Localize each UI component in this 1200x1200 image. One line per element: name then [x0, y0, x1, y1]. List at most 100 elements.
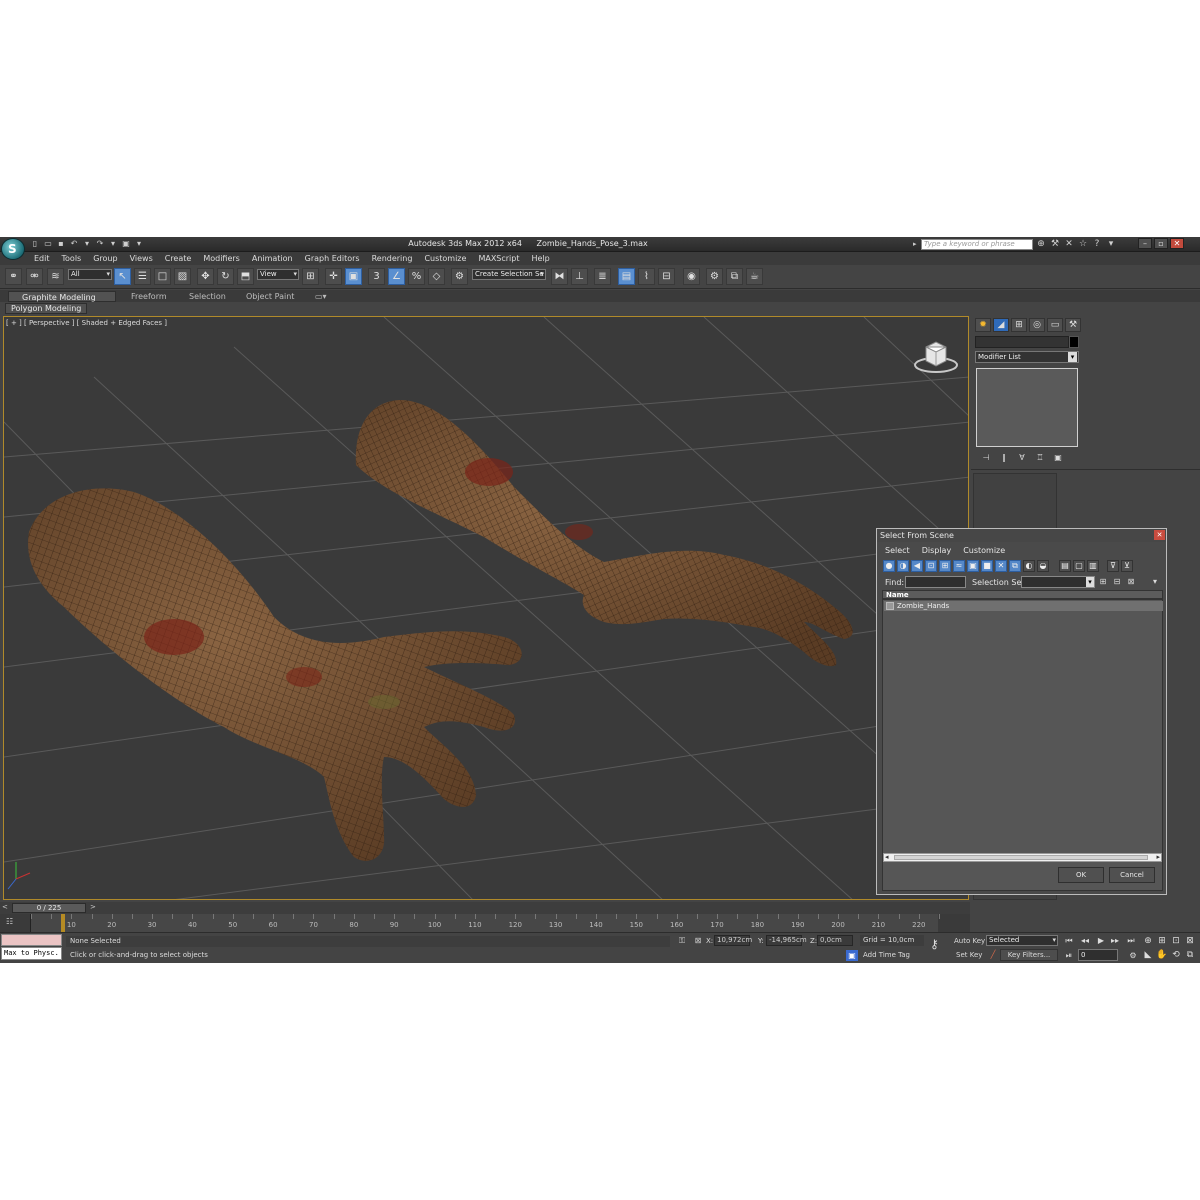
previous-frame-icon[interactable]: ◂◂	[1078, 935, 1092, 946]
display-hidden-icon[interactable]: ◒	[1037, 560, 1049, 572]
viewport-label[interactable]: [ + ] [ Perspective ] [ Shaded + Edged F…	[6, 319, 167, 327]
menu-create[interactable]: Create	[159, 253, 198, 265]
keyboard-shortcut-override-icon[interactable]: ▣	[345, 268, 362, 285]
render-production-icon[interactable]: ☕	[746, 268, 763, 285]
motion-tab-icon[interactable]: ◎	[1029, 318, 1045, 332]
filter-icon[interactable]: ⊽	[1107, 560, 1119, 572]
render-setup-icon[interactable]: ⚙	[706, 268, 723, 285]
track-bar[interactable]: ☷ 10 20 30 40 50 60 70 80 90 100 110 120 130 140 150 16…	[0, 914, 970, 932]
column-header-name[interactable]: Name	[882, 590, 1163, 599]
selection-lock-icon[interactable]: ⚿	[676, 935, 688, 946]
key-mode-dropdown[interactable]: Selected	[986, 935, 1058, 946]
x-coordinate-field[interactable]: 10,972cm	[714, 935, 752, 946]
tab-object-paint[interactable]: Object Paint	[246, 291, 294, 302]
perspective-viewport[interactable]: [ + ] [ Perspective ] [ Shaded + Edged F…	[3, 316, 969, 900]
expand-options-icon[interactable]: ▾	[1149, 576, 1161, 588]
favorites-icon[interactable]: ☆	[1078, 239, 1088, 249]
angle-snap-icon[interactable]: ∠	[388, 268, 405, 285]
bind-space-warp-icon[interactable]: ≋	[47, 268, 64, 285]
rectangular-region-icon[interactable]: □	[154, 268, 171, 285]
dialog-menu-select[interactable]: Select	[879, 544, 916, 557]
hierarchy-tab-icon[interactable]: ⊞	[1011, 318, 1027, 332]
display-groups-icon[interactable]: ▣	[967, 560, 979, 572]
select-by-name-icon[interactable]: ☰	[134, 268, 151, 285]
app-menu-logo-icon[interactable]	[1, 238, 25, 260]
key-mode-toggle-icon[interactable]: ⏯	[1062, 950, 1076, 961]
schematic-view-icon[interactable]: ⊟	[658, 268, 675, 285]
help-dropdown-icon[interactable]: ▾	[1106, 239, 1116, 249]
set-key-button[interactable]: Set Key	[956, 951, 982, 959]
go-to-end-icon[interactable]: ⏭	[1124, 935, 1138, 946]
dialog-close-button[interactable]: ✕	[1154, 530, 1165, 540]
menu-maxscript[interactable]: MAXScript	[472, 253, 525, 265]
move-icon[interactable]: ✥	[197, 268, 214, 285]
display-space-warps-icon[interactable]: ≈	[953, 560, 965, 572]
display-cameras-icon[interactable]: ⊡	[925, 560, 937, 572]
display-none-icon[interactable]: ▢	[1073, 560, 1085, 572]
zoom-all-icon[interactable]: ⊞	[1156, 935, 1168, 947]
maximize-button[interactable]: ▫	[1154, 238, 1168, 249]
zoom-extents-all-icon[interactable]: ⊠	[1184, 935, 1196, 947]
modifier-list-dropdown[interactable]: Modifier List	[975, 351, 1079, 363]
filter-options-icon[interactable]: ⊻	[1121, 560, 1133, 572]
scale-icon[interactable]: ⬒	[237, 268, 254, 285]
menu-animation[interactable]: Animation	[246, 253, 299, 265]
pan-icon[interactable]: ✋	[1156, 949, 1168, 961]
display-containers-icon[interactable]: ⧉	[1009, 560, 1021, 572]
pivot-center-icon[interactable]: ⊞	[302, 268, 319, 285]
menu-modifiers[interactable]: Modifiers	[197, 253, 246, 265]
maxscript-listener-output[interactable]	[1, 934, 62, 946]
track-ruler[interactable]: 10 20 30 40 50 60 70 80 90 100 110 120 130 140 150 160 1…	[30, 914, 940, 932]
select-object-icon[interactable]: ↖	[114, 268, 131, 285]
horizontal-scrollbar[interactable]	[883, 853, 1162, 862]
auto-key-button[interactable]: Auto Key	[954, 937, 985, 945]
ribbon-options-icon[interactable]: ▭▾	[315, 291, 327, 302]
add-time-tag[interactable]: Add Time Tag	[860, 950, 910, 961]
graphite-toggle-icon[interactable]: ▤	[618, 268, 635, 285]
display-xrefs-icon[interactable]: ■	[981, 560, 993, 572]
rotate-icon[interactable]: ↻	[217, 268, 234, 285]
modifier-stack-list[interactable]	[976, 368, 1078, 447]
tab-freeform[interactable]: Freeform	[131, 291, 167, 302]
play-icon[interactable]: ▶	[1094, 935, 1108, 946]
rendered-frame-window-icon[interactable]: ⧉	[726, 268, 743, 285]
menu-tools[interactable]: Tools	[56, 253, 88, 265]
selection-filter-dropdown[interactable]: All	[68, 269, 112, 280]
material-editor-icon[interactable]: ◉	[683, 268, 700, 285]
display-shapes-icon[interactable]: ◑	[897, 560, 909, 572]
menu-views[interactable]: Views	[124, 253, 159, 265]
named-selection-sets-dropdown[interactable]: Create Selection Se	[472, 269, 546, 280]
scene-object-list[interactable]: Zombie_Hands	[882, 599, 1163, 891]
time-slider-prev[interactable]: <	[2, 903, 8, 911]
link-icon[interactable]: ⚭	[5, 268, 22, 285]
show-end-result-icon[interactable]: ‖	[997, 452, 1011, 464]
display-bones-icon[interactable]: ✕	[995, 560, 1007, 572]
menu-graph-editors[interactable]: Graph Editors	[299, 253, 366, 265]
utilities-tab-icon[interactable]: ⚒	[1065, 318, 1081, 332]
align-icon[interactable]: ⊥	[571, 268, 588, 285]
modify-tab-icon[interactable]: ◢	[993, 318, 1009, 332]
minimize-button[interactable]: –	[1138, 238, 1152, 249]
dialog-menu-customize[interactable]: Customize	[957, 544, 1011, 557]
window-crossing-icon[interactable]: ▨	[174, 268, 191, 285]
display-invert-icon[interactable]: ▥	[1087, 560, 1099, 572]
select-and-manipulate-icon[interactable]: ✛	[325, 268, 342, 285]
reference-coordinate-dropdown[interactable]: View	[257, 269, 299, 280]
absolute-mode-icon[interactable]: ⊠	[692, 935, 704, 946]
menu-help[interactable]: Help	[526, 253, 556, 265]
display-tab-icon[interactable]: ▭	[1047, 318, 1063, 332]
ok-button[interactable]: OK	[1058, 867, 1104, 883]
scrollbar-thumb[interactable]	[894, 855, 1148, 860]
display-frozen-icon[interactable]: ◐	[1023, 560, 1035, 572]
polygon-modeling-panel[interactable]: Polygon Modeling	[5, 303, 88, 314]
zoom-extents-icon[interactable]: ⊡	[1170, 935, 1182, 947]
list-item[interactable]: Zombie_Hands	[884, 601, 1163, 611]
key-icon[interactable]: ⚷	[930, 937, 939, 951]
display-geometry-icon[interactable]: ●	[883, 560, 895, 572]
current-frame-field[interactable]: 0	[1078, 949, 1118, 961]
time-configuration-icon[interactable]: ⚙	[1126, 950, 1140, 961]
go-to-start-icon[interactable]: ⏮	[1062, 935, 1076, 946]
subscription-icon[interactable]: ⚒	[1050, 239, 1060, 249]
cancel-button[interactable]: Cancel	[1109, 867, 1155, 883]
create-tab-icon[interactable]: ✹	[975, 318, 991, 332]
